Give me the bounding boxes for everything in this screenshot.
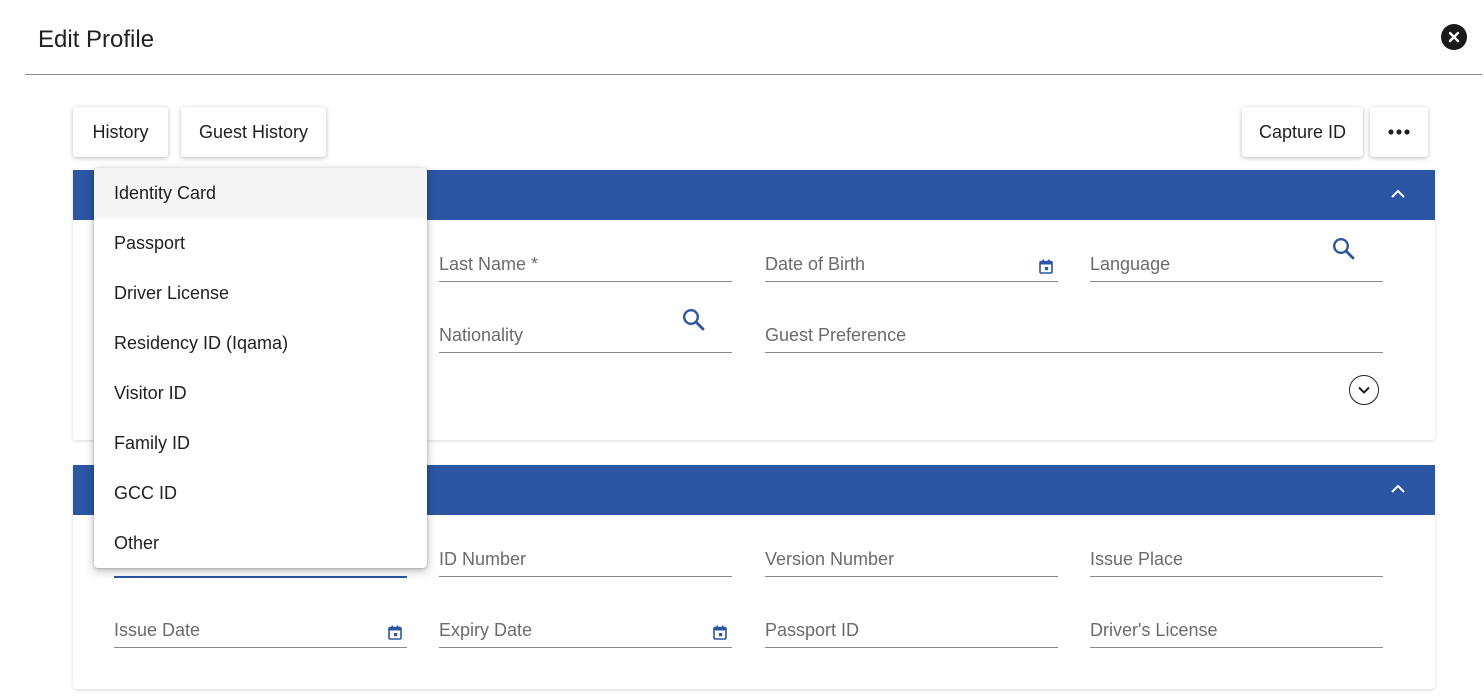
expand-more-button[interactable] [1349, 375, 1379, 405]
menu-item-gcc-id[interactable]: GCC ID [94, 468, 427, 518]
more-icon [1388, 129, 1410, 135]
drivers-license-label: Driver's License [1090, 620, 1218, 640]
close-button[interactable] [1441, 24, 1467, 50]
menu-item-passport[interactable]: Passport [94, 218, 427, 268]
id-number-label: ID Number [439, 549, 527, 569]
passport-id-label: Passport ID [765, 620, 860, 640]
menu-item-visitor-id[interactable]: Visitor ID [94, 368, 427, 418]
id-number-field[interactable]: ID Number [439, 540, 732, 577]
issue-date-field[interactable]: Issue Date [114, 611, 407, 648]
date-of-birth-label: Date of Birth [765, 254, 866, 274]
more-button[interactable] [1370, 107, 1428, 157]
calendar-icon[interactable] [1039, 259, 1053, 274]
version-number-label: Version Number [765, 549, 895, 569]
language-label: Language [1090, 254, 1171, 274]
capture-id-button[interactable]: Capture ID [1242, 107, 1363, 157]
guest-history-button[interactable]: Guest History [181, 107, 326, 157]
guest-preference-field[interactable]: Guest Preference [765, 316, 1383, 353]
issue-place-field[interactable]: Issue Place [1090, 540, 1383, 577]
header-divider [25, 74, 1482, 75]
issue-place-label: Issue Place [1090, 549, 1184, 569]
close-icon [1448, 31, 1460, 43]
nationality-label: Nationality [439, 325, 524, 345]
version-number-field[interactable]: Version Number [765, 540, 1058, 577]
date-of-birth-field[interactable]: Date of Birth [765, 245, 1058, 282]
last-name-field[interactable]: Last Name * [439, 245, 732, 282]
search-icon[interactable] [1331, 236, 1357, 262]
issue-date-label: Issue Date [114, 620, 201, 640]
last-name-label: Last Name * [439, 254, 539, 274]
history-button[interactable]: History [73, 107, 168, 157]
id-type-menu: Identity Card Passport Driver License Re… [94, 168, 427, 568]
calendar-icon[interactable] [388, 625, 402, 640]
guest-preference-label: Guest Preference [765, 325, 907, 345]
menu-item-family-id[interactable]: Family ID [94, 418, 427, 468]
menu-item-identity-card[interactable]: Identity Card [94, 168, 427, 218]
id-type-select-underline [114, 576, 407, 578]
passport-id-field[interactable]: Passport ID [765, 611, 1058, 648]
menu-item-residency-id[interactable]: Residency ID (Iqama) [94, 318, 427, 368]
drivers-license-field[interactable]: Driver's License [1090, 611, 1383, 648]
expiry-date-field[interactable]: Expiry Date [439, 611, 732, 648]
dialog-title: Edit Profile [38, 26, 155, 53]
chevron-up-icon[interactable] [1387, 478, 1409, 500]
menu-item-other[interactable]: Other [94, 518, 427, 568]
menu-item-driver-license[interactable]: Driver License [94, 268, 427, 318]
expiry-date-label: Expiry Date [439, 620, 533, 640]
chevron-up-icon[interactable] [1387, 183, 1409, 205]
search-icon[interactable] [681, 307, 707, 333]
calendar-icon[interactable] [713, 625, 727, 640]
chevron-down-icon [1358, 386, 1370, 394]
